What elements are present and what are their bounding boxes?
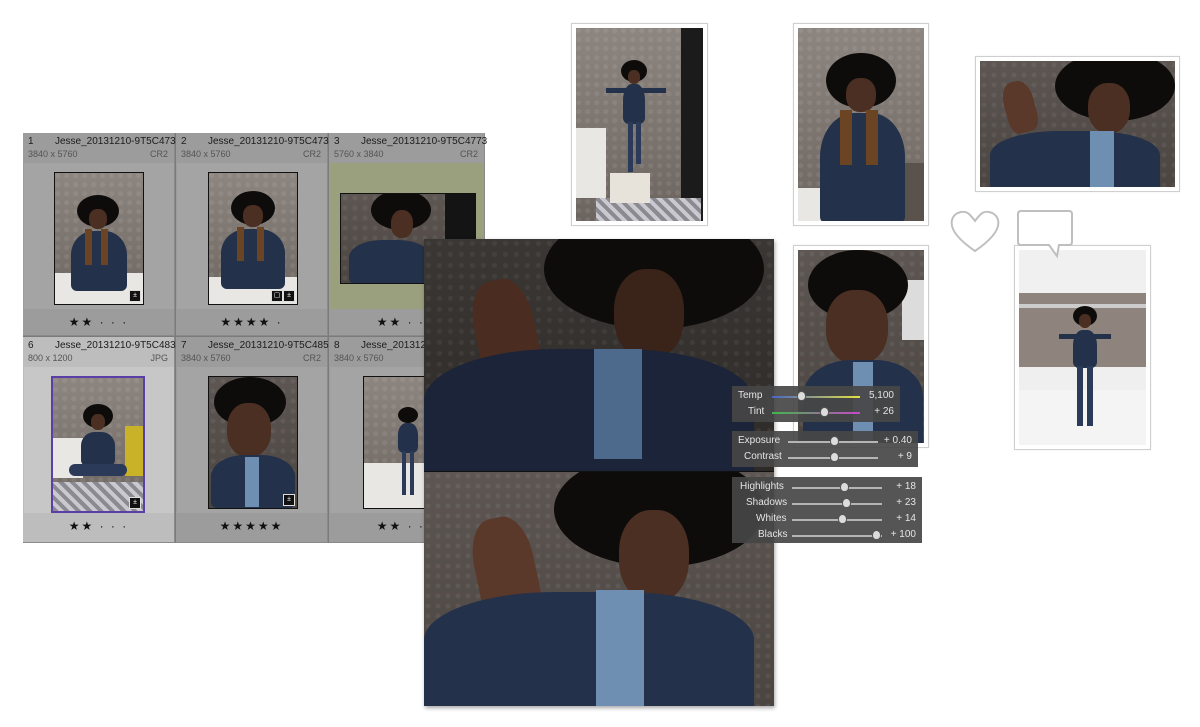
slider-label: Contrast xyxy=(744,451,782,462)
shadows-track[interactable] xyxy=(792,503,882,505)
slider-shadows[interactable]: Shadows + 23 xyxy=(738,495,916,511)
slider-label: Shadows xyxy=(746,497,788,508)
cell-dimensions: 800 x 1200 xyxy=(28,353,73,363)
star-rating[interactable]: ★★★★ · xyxy=(176,315,327,329)
cell-index: 1 xyxy=(28,136,34,147)
photo-jumping-bed xyxy=(1019,250,1146,445)
cell-filetype: CR2 xyxy=(459,149,478,159)
speech-bubble-icon[interactable] xyxy=(1015,208,1075,260)
tint-track[interactable] xyxy=(772,412,860,414)
slider-value[interactable]: + 0.40 xyxy=(884,435,912,446)
slider-tint[interactable]: Tint + 26 xyxy=(738,404,894,420)
cell-filename: Jesse_20131210-9T5C4730 xyxy=(55,136,182,147)
photo-standing-bed xyxy=(576,28,703,221)
collection-badge-icon: ▢ xyxy=(271,290,283,302)
grid-cell-2[interactable]: 2 Jesse_20131210-9T5C4738 3840 x 5760 CR… xyxy=(176,133,334,336)
cell-dimensions: 3840 x 5760 xyxy=(181,149,231,159)
photo-seated-closeup xyxy=(798,28,924,221)
cell-thumbnail-area: ▢ ± xyxy=(177,163,327,309)
cell-filename: Jesse_20131210-9T5C4773 xyxy=(361,136,488,147)
slider-label: Temp xyxy=(738,390,763,401)
slider-highlights[interactable]: Highlights + 18 xyxy=(738,479,916,495)
slider-value[interactable]: + 18 xyxy=(896,481,916,492)
photo-card-standing-bed[interactable] xyxy=(571,23,708,226)
slider-knob[interactable] xyxy=(830,436,839,446)
slider-value[interactable]: 5,100 xyxy=(869,390,894,401)
cell-thumbnail[interactable]: ± xyxy=(54,172,144,305)
white-balance-panel: Temp 5,100 Tint + 26 xyxy=(732,386,900,422)
star-rating[interactable]: ★★ · · · xyxy=(23,519,174,533)
grid-cell-7[interactable]: 7 Jesse_20131210-9T5C4851 3840 x 5760 CR… xyxy=(176,337,334,543)
photo-card-jumping-bed[interactable] xyxy=(1014,245,1151,450)
highlights-track[interactable] xyxy=(792,487,882,489)
cell-dimensions: 3840 x 5760 xyxy=(28,149,78,159)
cell-index: 6 xyxy=(28,340,34,351)
grid-cell-1[interactable]: 1 Jesse_20131210-9T5C4730 3840 x 5760 CR… xyxy=(23,133,181,336)
cell-thumbnail[interactable]: ± xyxy=(208,376,298,509)
cell-filetype: CR2 xyxy=(302,353,321,363)
library-grid: 1 Jesse_20131210-9T5C4730 3840 x 5760 CR… xyxy=(23,133,488,543)
slider-whites[interactable]: Whites + 14 xyxy=(738,511,916,527)
after-photo[interactable] xyxy=(424,472,774,706)
slider-blacks[interactable]: Blacks + 100 xyxy=(738,527,916,543)
slider-label: Whites xyxy=(756,513,787,524)
photo-card-seated-closeup[interactable] xyxy=(793,23,929,226)
cell-filetype: CR2 xyxy=(302,149,321,159)
cell-filename: Jesse_2013121 xyxy=(361,340,432,351)
cell-index: 3 xyxy=(334,136,340,147)
slider-knob[interactable] xyxy=(820,407,829,417)
cell-index: 7 xyxy=(181,340,187,351)
cell-thumbnail-area: ± xyxy=(24,367,174,513)
slider-label: Exposure xyxy=(738,435,781,446)
slider-knob[interactable] xyxy=(842,498,851,508)
slider-knob[interactable] xyxy=(838,514,847,524)
develop-adjusted-badge-icon: ± xyxy=(283,494,295,506)
slider-knob[interactable] xyxy=(797,391,806,401)
slider-knob[interactable] xyxy=(872,530,881,540)
before-photo[interactable] xyxy=(424,239,774,471)
slider-value[interactable]: + 26 xyxy=(874,406,894,417)
slider-knob[interactable] xyxy=(830,452,839,462)
cell-thumbnail[interactable]: ▢ ± xyxy=(208,172,298,305)
cell-index: 8 xyxy=(334,340,340,351)
slider-exposure[interactable]: Exposure + 0.40 xyxy=(738,433,912,449)
cell-dimensions: 3840 x 5760 xyxy=(334,353,384,363)
heart-outline-icon[interactable] xyxy=(948,208,1002,254)
slider-knob[interactable] xyxy=(840,482,849,492)
whites-track[interactable] xyxy=(792,519,882,521)
cell-thumbnail-area: ± xyxy=(177,367,327,513)
cell-thumbnail-selected[interactable]: ± xyxy=(51,376,145,513)
photo-card-wave-landscape[interactable] xyxy=(975,56,1180,192)
develop-adjusted-badge-icon: ± xyxy=(129,290,141,302)
temp-track[interactable] xyxy=(772,396,860,398)
cell-filename: Jesse_20131210-9T5C4851 xyxy=(208,340,335,351)
cell-filetype: JPG xyxy=(150,353,168,363)
cell-thumbnail-area: ± xyxy=(24,163,174,309)
cell-filename: Jesse_20131210-9T5C4738 xyxy=(208,136,335,147)
slider-value[interactable]: + 23 xyxy=(896,497,916,508)
slider-label: Highlights xyxy=(740,481,784,492)
star-rating[interactable]: ★★★★★ xyxy=(176,519,327,533)
grid-cell-6[interactable]: 6 Jesse_20131210-9T5C4838 800 x 1200 JPG… xyxy=(23,337,181,543)
blacks-track[interactable] xyxy=(792,535,882,537)
cell-filename: Jesse_20131210-9T5C4838 xyxy=(55,340,182,351)
develop-before-after-view xyxy=(424,239,774,706)
cell-dimensions: 5760 x 3840 xyxy=(334,149,384,159)
develop-adjusted-badge-icon: ± xyxy=(283,290,295,302)
slider-value[interactable]: + 9 xyxy=(898,451,912,462)
slider-label: Tint xyxy=(748,406,765,417)
slider-value[interactable]: + 14 xyxy=(896,513,916,524)
slider-value[interactable]: + 100 xyxy=(891,529,916,540)
develop-adjusted-badge-icon: ± xyxy=(129,497,141,509)
tone-panel: Exposure + 0.40 Contrast + 9 xyxy=(732,431,918,467)
cell-dimensions: 3840 x 5760 xyxy=(181,353,231,363)
star-rating[interactable]: ★★ · · · xyxy=(23,315,174,329)
photo-wave-landscape xyxy=(980,61,1175,187)
slider-temp[interactable]: Temp 5,100 xyxy=(738,388,894,404)
cell-index: 2 xyxy=(181,136,187,147)
cell-filetype: CR2 xyxy=(149,149,168,159)
slider-label: Blacks xyxy=(758,529,788,540)
presence-panel: Highlights + 18 Shadows + 23 Whites + 14… xyxy=(732,477,922,543)
slider-contrast[interactable]: Contrast + 9 xyxy=(738,449,912,465)
